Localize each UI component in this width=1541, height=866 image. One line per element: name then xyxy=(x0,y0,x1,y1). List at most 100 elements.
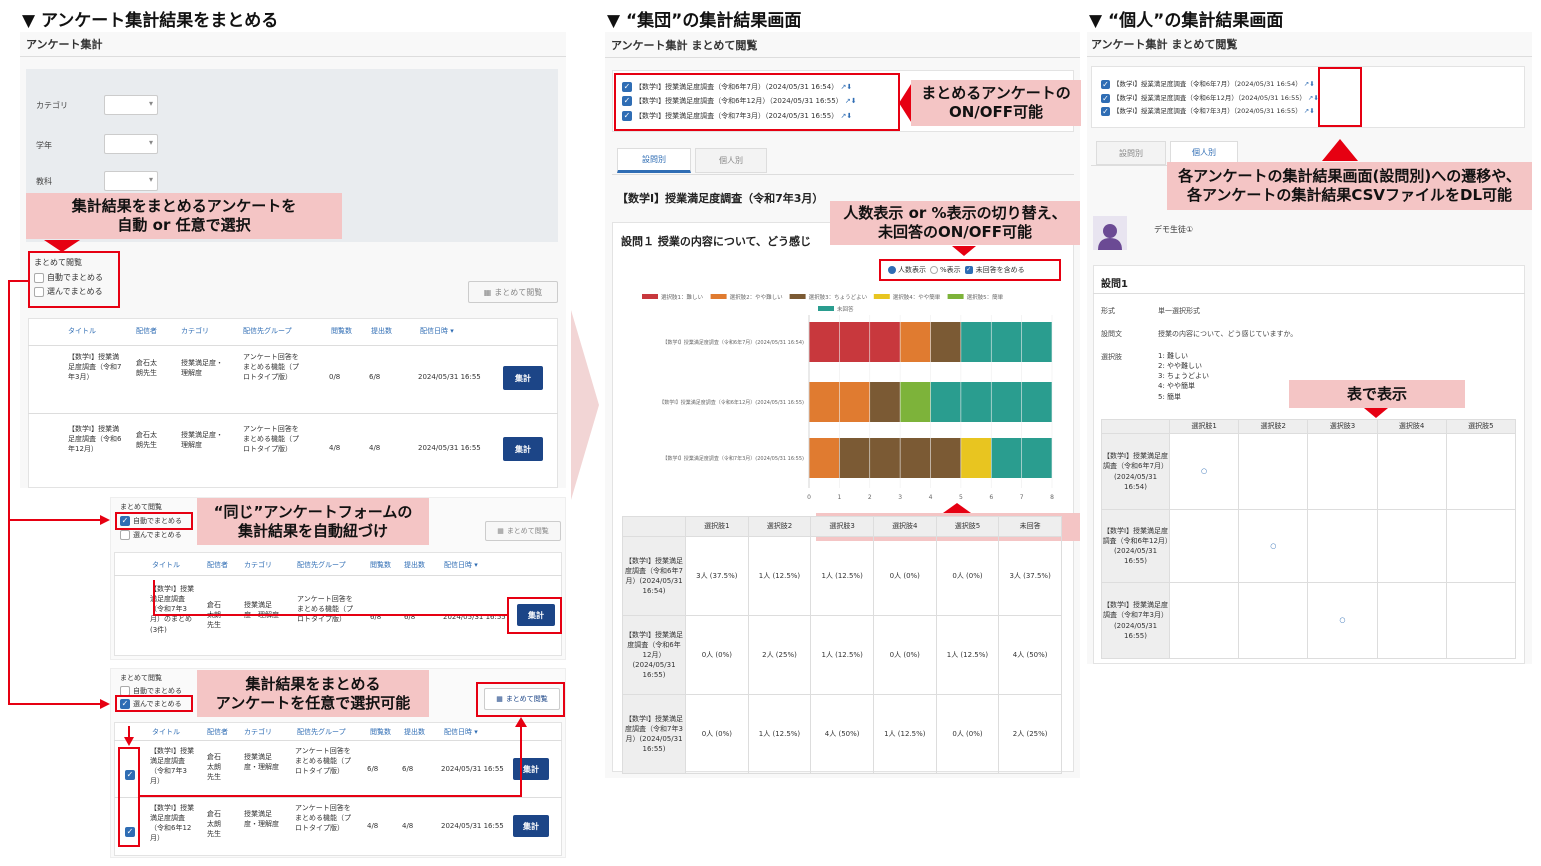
question-text-label: 設問文 xyxy=(1101,330,1122,338)
col-sender[interactable]: 配信者 xyxy=(136,326,157,336)
col-group[interactable]: 配信先グループ xyxy=(243,326,292,336)
col-category[interactable]: カテゴリ xyxy=(244,560,272,570)
col-views[interactable]: 閲覧数 xyxy=(370,560,391,570)
divider xyxy=(114,740,562,741)
col-category[interactable]: カテゴリ xyxy=(181,326,209,336)
survey-title: 【数学Ⅰ】授業満足度調査（令和7年3月） xyxy=(617,192,824,205)
manual-row2-aggregate-button[interactable]: 集計 xyxy=(513,815,549,837)
download-icon[interactable]: ⬇ xyxy=(1309,80,1314,88)
table-cell: 3人 (37.5%) xyxy=(685,536,749,616)
tab-by-person[interactable]: 個人別 xyxy=(695,148,767,173)
row2-title[interactable]: 【数学Ⅰ】授業満足度調査（令和6年12月） xyxy=(68,424,124,454)
check-icon[interactable]: ✓ xyxy=(1101,93,1110,103)
manual-row1-title[interactable]: 【数学Ⅰ】授業満足度調査（令和7年3月） xyxy=(150,746,196,787)
manual-row1-submits: 6/8 xyxy=(402,765,414,773)
col-choice-1: 選択肢1 xyxy=(1168,419,1240,434)
grade-select[interactable] xyxy=(104,134,158,154)
survey-item-1[interactable]: ✓ 【数学Ⅰ】授業満足度調査（令和6年7月）（2024/05/31 16:54） … xyxy=(1101,78,1315,89)
grid-cell: ○ xyxy=(1307,582,1378,659)
table-cell: 4人 (50%) xyxy=(998,615,1062,695)
col-category[interactable]: カテゴリ xyxy=(244,727,272,737)
col-title[interactable]: タイトル xyxy=(152,727,180,737)
check-icon[interactable]: ✓ xyxy=(1101,106,1110,116)
row1-aggregate-button[interactable]: 集計 xyxy=(503,366,543,390)
row-label: 【数学Ⅰ】授業満足度調査（令和6年7月）(2024/05/31 16:54) xyxy=(622,536,686,616)
arrow-up-icon xyxy=(943,503,971,513)
category-label: 【数学Ⅰ】授業満足度調査（令和6年12月）(2024/05/31 16:55) xyxy=(659,399,804,406)
col-title[interactable]: タイトル xyxy=(68,326,96,336)
manual-row2-submits: 4/8 xyxy=(402,822,414,830)
legend-swatch xyxy=(947,294,964,299)
connector-line xyxy=(153,580,155,615)
col-group[interactable]: 配信先グループ xyxy=(297,727,346,737)
table-cell: 0人 (0%) xyxy=(935,536,1000,616)
table-cell: 1人 (12.5%) xyxy=(747,536,812,616)
col-date[interactable]: 配信日時 ▾ xyxy=(444,560,478,570)
x-tick-label: 3 xyxy=(898,494,902,501)
download-icon[interactable]: ⬇ xyxy=(1309,107,1314,115)
tab-by-question[interactable]: 設問別 xyxy=(617,148,691,173)
col-group[interactable]: 配信先グループ xyxy=(297,560,346,570)
table-cell: 3人 (37.5%) xyxy=(998,536,1062,616)
col-views[interactable]: 閲覧数 xyxy=(331,326,352,336)
table-cell: 0人 (0%) xyxy=(685,615,749,695)
manual-option-unchecked[interactable]: 選んでまとめる xyxy=(120,530,182,540)
connector-line xyxy=(140,795,522,797)
auto-option-label: 自動でまとめる xyxy=(133,687,182,695)
bundle-view-button[interactable]: ▦ まとめて閲覧 xyxy=(468,281,558,303)
col-title[interactable]: タイトル xyxy=(152,560,180,570)
arrow-down-icon xyxy=(1364,408,1388,418)
bar-segment xyxy=(809,322,901,362)
auto-bundle-view-button[interactable]: ▦ まとめて閲覧 xyxy=(485,521,561,541)
col-choice-4: 選択肢4 xyxy=(1376,419,1447,434)
x-tick-label: 6 xyxy=(989,494,993,501)
auto-row-title[interactable]: 【数学Ⅰ】授業満足度調査（令和7年3月）のまとめ(3件) xyxy=(150,584,196,635)
row2-aggregate-button[interactable]: 集計 xyxy=(503,437,543,461)
choices-list: 1: 難しい 2: やや難しい 3: ちょうどよい 4: やや簡単 5: 簡単 xyxy=(1158,351,1209,402)
row1-category: 授業満足度・理解度 xyxy=(181,359,223,378)
col-date[interactable]: 配信日時 ▾ xyxy=(444,727,478,737)
highlight-manual-bundle xyxy=(476,682,565,717)
divider xyxy=(114,797,562,798)
row2-group: アンケート回答をまとめる機能（プロトタイプ版） xyxy=(243,425,299,454)
bar-segment xyxy=(900,322,931,362)
manual-row2-date: 2024/05/31 16:55 xyxy=(441,822,504,830)
highlight-survey-list xyxy=(614,73,900,131)
corner-cell xyxy=(1101,419,1170,434)
col-submits[interactable]: 提出数 xyxy=(371,326,392,336)
manual-row2-title[interactable]: 【数学Ⅰ】授業満足度調査（令和6年12月） xyxy=(150,803,196,844)
col-submits[interactable]: 提出数 xyxy=(404,560,425,570)
x-tick-label: 5 xyxy=(959,494,963,501)
survey-item-3[interactable]: ✓ 【数学Ⅰ】授業満足度調査（令和7年3月）（2024/05/31 16:55） … xyxy=(1101,105,1315,116)
col-choice-5: 選択肢5 xyxy=(1445,419,1517,434)
legend-swatch xyxy=(789,294,806,299)
col-sender[interactable]: 配信者 xyxy=(207,727,228,737)
survey-item-2[interactable]: ✓ 【数学Ⅰ】授業満足度調査（令和6年12月）（2024/05/31 16:55）… xyxy=(1101,92,1319,103)
col-submits[interactable]: 提出数 xyxy=(404,727,425,737)
col-date[interactable]: 配信日時 ▾ xyxy=(420,326,454,336)
manual-row2-category: 授業満足度・理解度 xyxy=(244,810,279,829)
checkbox-icon[interactable] xyxy=(120,530,130,540)
grid-cell xyxy=(1376,509,1447,583)
col-views[interactable]: 閲覧数 xyxy=(370,727,391,737)
divider xyxy=(1087,56,1532,57)
format-label: 形式 xyxy=(1101,307,1115,315)
question-text: 授業の内容について、どう感じていますか。 xyxy=(1158,330,1298,338)
highlight-row-checkboxes xyxy=(118,747,140,847)
manual-row1-aggregate-button[interactable]: 集計 xyxy=(513,758,549,780)
callout-line: 自動 or 任意で選択 xyxy=(117,216,251,234)
callout-line: 集計結果をまとめる xyxy=(245,674,381,693)
grid-cell xyxy=(1238,433,1309,510)
x-tick-label: 1 xyxy=(837,494,841,501)
category-select[interactable] xyxy=(104,95,158,115)
legend-swatch xyxy=(873,294,890,299)
legend-label: 未回答 xyxy=(837,305,854,313)
col-sender[interactable]: 配信者 xyxy=(207,560,228,570)
grid-cell xyxy=(1307,509,1378,583)
section-title-right: ▼ “個人”の集計結果画面 xyxy=(1089,11,1284,31)
legend-label: 選択肢2：やや難しい xyxy=(730,293,783,301)
row1-title[interactable]: 【数学Ⅰ】授業満足度調査（令和7年3月） xyxy=(68,352,124,382)
subject-select[interactable] xyxy=(104,171,158,191)
tab-by-question[interactable]: 設問別 xyxy=(1096,141,1166,165)
check-icon[interactable]: ✓ xyxy=(1101,79,1110,89)
